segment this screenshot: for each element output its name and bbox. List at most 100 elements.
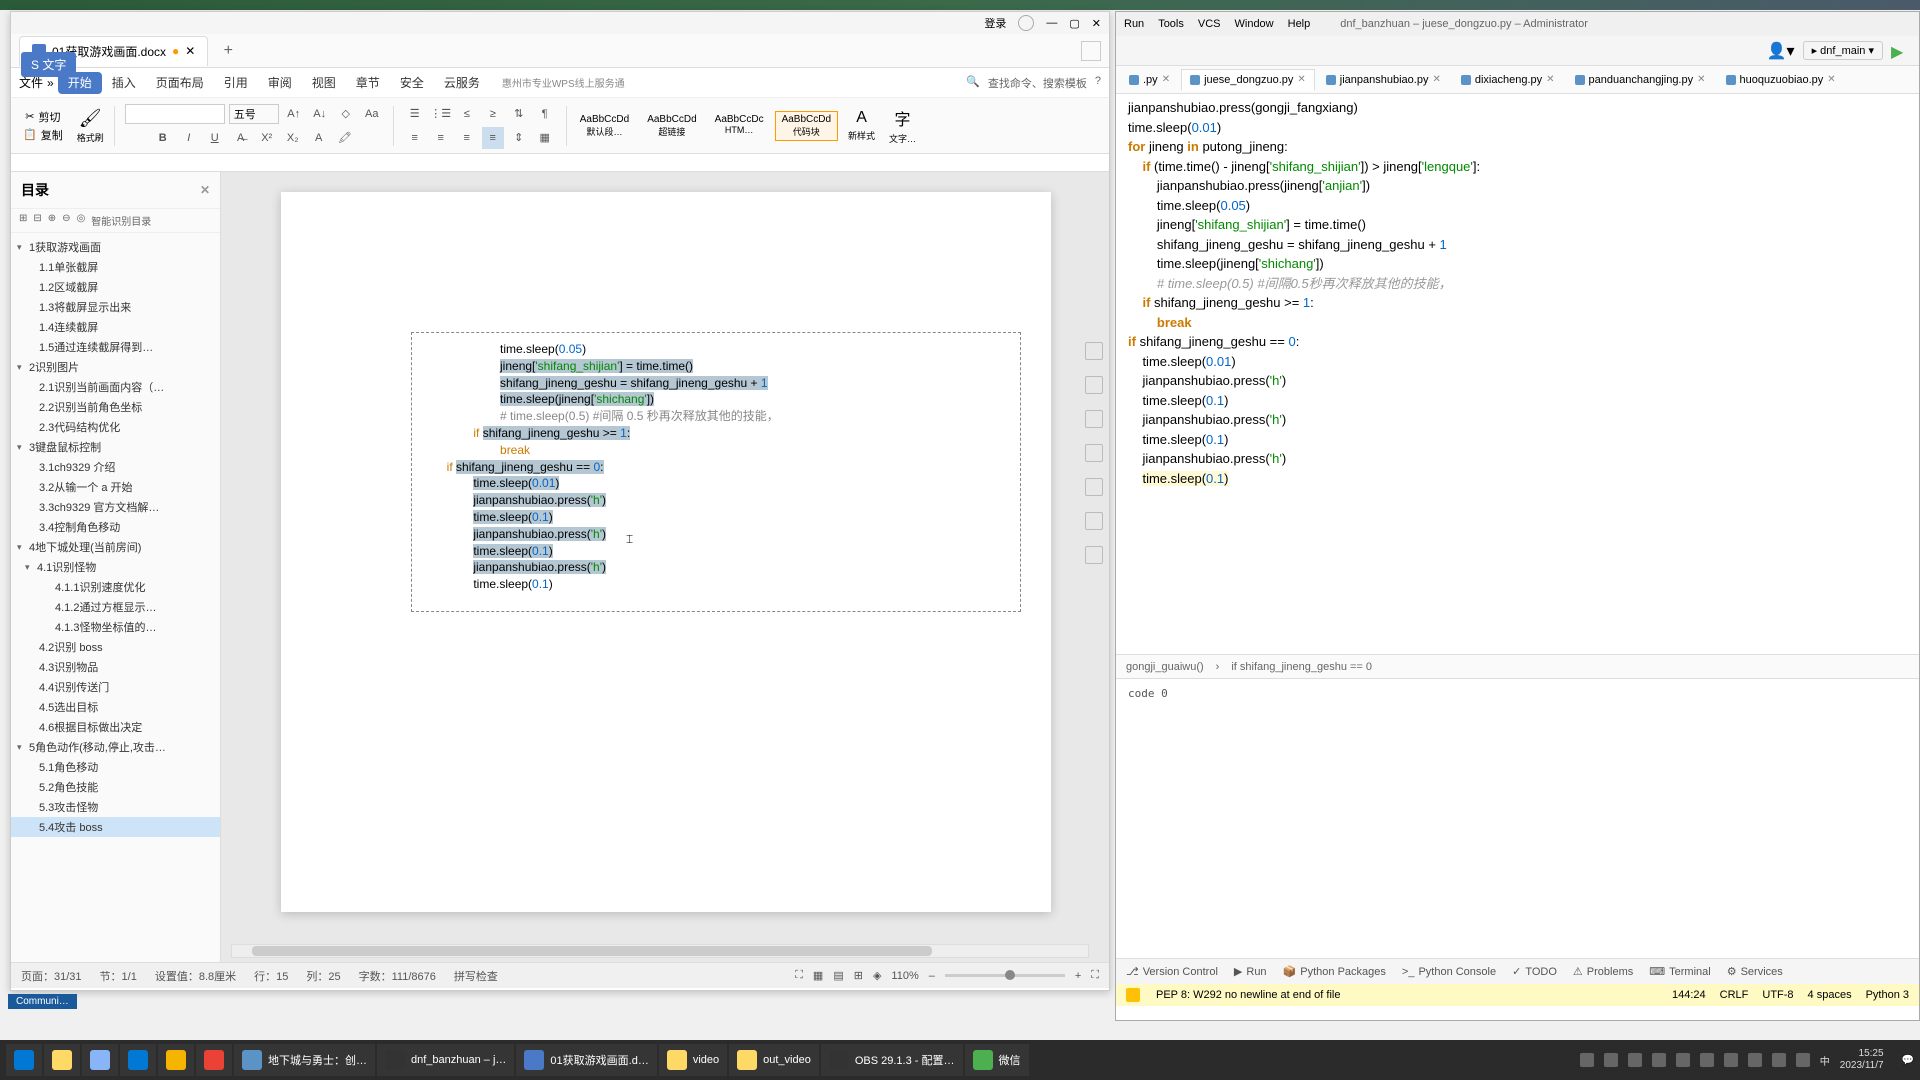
outline-item[interactable]: ▾5角色动作(移动,停止,攻击… xyxy=(11,737,220,757)
tool-window-tab[interactable]: >_Python Console xyxy=(1402,966,1496,978)
zoom-slider[interactable] xyxy=(945,974,1065,977)
outline-item[interactable]: ▾4.1识别怪物 xyxy=(11,557,220,577)
collapse-icon[interactable]: ⊖ xyxy=(62,213,70,228)
tray-icon[interactable] xyxy=(1676,1053,1690,1067)
bold-button[interactable]: B xyxy=(152,127,174,149)
status-col[interactable]: 列：25 xyxy=(306,968,340,984)
ribbon-tab[interactable]: 视图 xyxy=(302,72,346,94)
select-icon[interactable] xyxy=(1085,342,1103,360)
close-icon[interactable]: ✕ xyxy=(1827,74,1835,85)
ribbon-tab[interactable]: 插入 xyxy=(102,72,146,94)
italic-button[interactable]: I xyxy=(178,127,200,149)
outline-view-icon[interactable]: ◈ xyxy=(873,969,881,982)
ribbon-tab[interactable]: 云服务 xyxy=(434,72,490,94)
align-left-icon[interactable]: ≡ xyxy=(404,127,426,149)
print-layout-icon[interactable]: ▦ xyxy=(813,969,823,982)
tool-window-tab[interactable]: 📦Python Packages xyxy=(1283,965,1386,978)
code-textbox[interactable]: time.sleep(0.05) jineng['shifang_shijian… xyxy=(411,332,1021,612)
copy-label[interactable]: 复制 xyxy=(41,127,63,143)
close-icon[interactable]: ✕ xyxy=(200,183,210,197)
tool-window-tab[interactable]: ⌨Terminal xyxy=(1649,965,1710,978)
outline-item[interactable]: 3.2从输一个 a 开始 xyxy=(11,477,220,497)
zoom-level[interactable]: 110% xyxy=(891,970,918,982)
editor-tab[interactable]: dixiacheng.py✕ xyxy=(1452,69,1564,91)
outline-item[interactable]: 3.3ch9329 官方文档解… xyxy=(11,497,220,517)
help-icon[interactable]: ? xyxy=(1095,75,1101,91)
taskbar-item[interactable] xyxy=(196,1044,232,1076)
change-case-icon[interactable]: Aa xyxy=(361,103,383,125)
status-chars[interactable]: 字数：111/8676 xyxy=(359,968,436,984)
bullet-list-icon[interactable]: ☰ xyxy=(404,103,426,125)
editor-tab[interactable]: .py✕ xyxy=(1120,69,1179,91)
status-cursor-pos[interactable]: 144:24 xyxy=(1672,989,1706,1001)
tool-window-tab[interactable]: ▶Run xyxy=(1234,965,1267,978)
tray-icon[interactable] xyxy=(1652,1053,1666,1067)
status-line-sep[interactable]: CRLF xyxy=(1720,989,1749,1001)
status-page[interactable]: 页面：31/31 xyxy=(21,968,82,984)
chevron-down-icon[interactable]: ▾ xyxy=(17,742,29,753)
taskbar-item[interactable]: dnf_banzhuan – j… xyxy=(377,1044,514,1076)
outline-item[interactable]: ▾2识别图片 xyxy=(11,357,220,377)
grow-font-icon[interactable]: A↑ xyxy=(283,103,305,125)
tray-icon[interactable] xyxy=(1700,1053,1714,1067)
outline-item[interactable]: ▾1获取游戏画面 xyxy=(11,237,220,257)
outline-item[interactable]: 3.4控制角色移动 xyxy=(11,517,220,537)
align-justify-icon[interactable]: ≡ xyxy=(482,127,504,149)
ime-indicator[interactable]: 中 xyxy=(1820,1053,1830,1068)
font-family-input[interactable] xyxy=(125,104,225,124)
ribbon-more[interactable]: » xyxy=(47,76,54,90)
outline-item[interactable]: 5.2角色技能 xyxy=(11,777,220,797)
outline-item[interactable]: 4.1.1识别速度优化 xyxy=(11,577,220,597)
style-preset[interactable]: AaBbCcDcHTM… xyxy=(708,111,771,141)
status-encoding[interactable]: UTF-8 xyxy=(1762,989,1793,1001)
fullscreen-icon[interactable]: ⛶ xyxy=(795,969,803,982)
breadcrumb-item[interactable]: gongji_guaiwu() xyxy=(1126,661,1204,673)
editor-tab[interactable]: juese_dongzuo.py✕ xyxy=(1181,69,1315,91)
outline-item[interactable]: 5.1角色移动 xyxy=(11,757,220,777)
link-icon[interactable] xyxy=(1085,410,1103,428)
outline-item[interactable]: 1.4连续截屏 xyxy=(11,317,220,337)
chevron-down-icon[interactable]: ▾ xyxy=(17,542,29,553)
indent-left-icon[interactable]: ≤ xyxy=(456,103,478,125)
new-style-icon[interactable]: A xyxy=(856,109,867,127)
status-interpreter[interactable]: Python 3 xyxy=(1866,989,1909,1001)
style-preset[interactable]: AaBbCcDd默认段… xyxy=(573,111,636,141)
taskbar-item[interactable]: 01获取游戏画面.d… xyxy=(516,1044,656,1076)
outline-item[interactable]: ▾4地下城处理(当前房间) xyxy=(11,537,220,557)
copy-icon[interactable]: 📋 xyxy=(23,128,37,141)
close-icon[interactable]: ✕ xyxy=(1092,17,1101,30)
tray-icon[interactable] xyxy=(1628,1053,1642,1067)
search-icon[interactable]: 🔍 xyxy=(966,75,980,91)
chevron-down-icon[interactable]: ▾ xyxy=(17,242,29,253)
close-icon[interactable]: ✕ xyxy=(1297,74,1305,85)
read-layout-icon[interactable]: ▤ xyxy=(833,969,843,982)
line-spacing-icon[interactable]: ⇕ xyxy=(508,127,530,149)
status-warning[interactable]: PEP 8: W292 no newline at end of file xyxy=(1156,989,1340,1001)
outline-item[interactable]: 5.4攻击 boss xyxy=(11,817,220,837)
outline-item[interactable]: 1.1单张截屏 xyxy=(11,257,220,277)
notification-icon[interactable]: 💬 xyxy=(1902,1055,1914,1066)
editor-tab[interactable]: huoquzuobiao.py✕ xyxy=(1717,69,1845,91)
smart-outline-label[interactable]: 智能识别目录 xyxy=(91,213,151,228)
user-icon[interactable]: 👤▾ xyxy=(1767,41,1795,61)
outline-item[interactable]: 1.2区域截屏 xyxy=(11,277,220,297)
wps-login-link[interactable]: 登录 xyxy=(984,15,1006,31)
outline-item[interactable]: 4.2识别 boss xyxy=(11,637,220,657)
strike-button[interactable]: A̶ xyxy=(230,127,252,149)
minimize-icon[interactable]: — xyxy=(1046,17,1057,29)
tab-list-button[interactable] xyxy=(1081,41,1101,61)
lock-icon[interactable] xyxy=(1085,376,1103,394)
ribbon-tab[interactable]: 引用 xyxy=(214,72,258,94)
ribbon-search-hint[interactable]: 查找命令、搜索模板 xyxy=(988,75,1087,91)
tool-window-tab[interactable]: ⚠Problems xyxy=(1573,965,1633,978)
ribbon-tab[interactable]: 章节 xyxy=(346,72,390,94)
wifi-icon[interactable] xyxy=(1772,1053,1786,1067)
new-tab-button[interactable]: + xyxy=(216,39,240,63)
bluetooth-icon[interactable] xyxy=(1748,1053,1762,1067)
web-layout-icon[interactable]: ⊞ xyxy=(854,969,863,982)
taskbar-item[interactable] xyxy=(158,1044,194,1076)
menu-item[interactable]: Run xyxy=(1124,18,1144,30)
chevron-down-icon[interactable]: ▾ xyxy=(17,362,29,373)
chevron-down-icon[interactable]: ▾ xyxy=(25,562,37,573)
style-preset[interactable]: AaBbCcDd超链接 xyxy=(640,111,703,141)
